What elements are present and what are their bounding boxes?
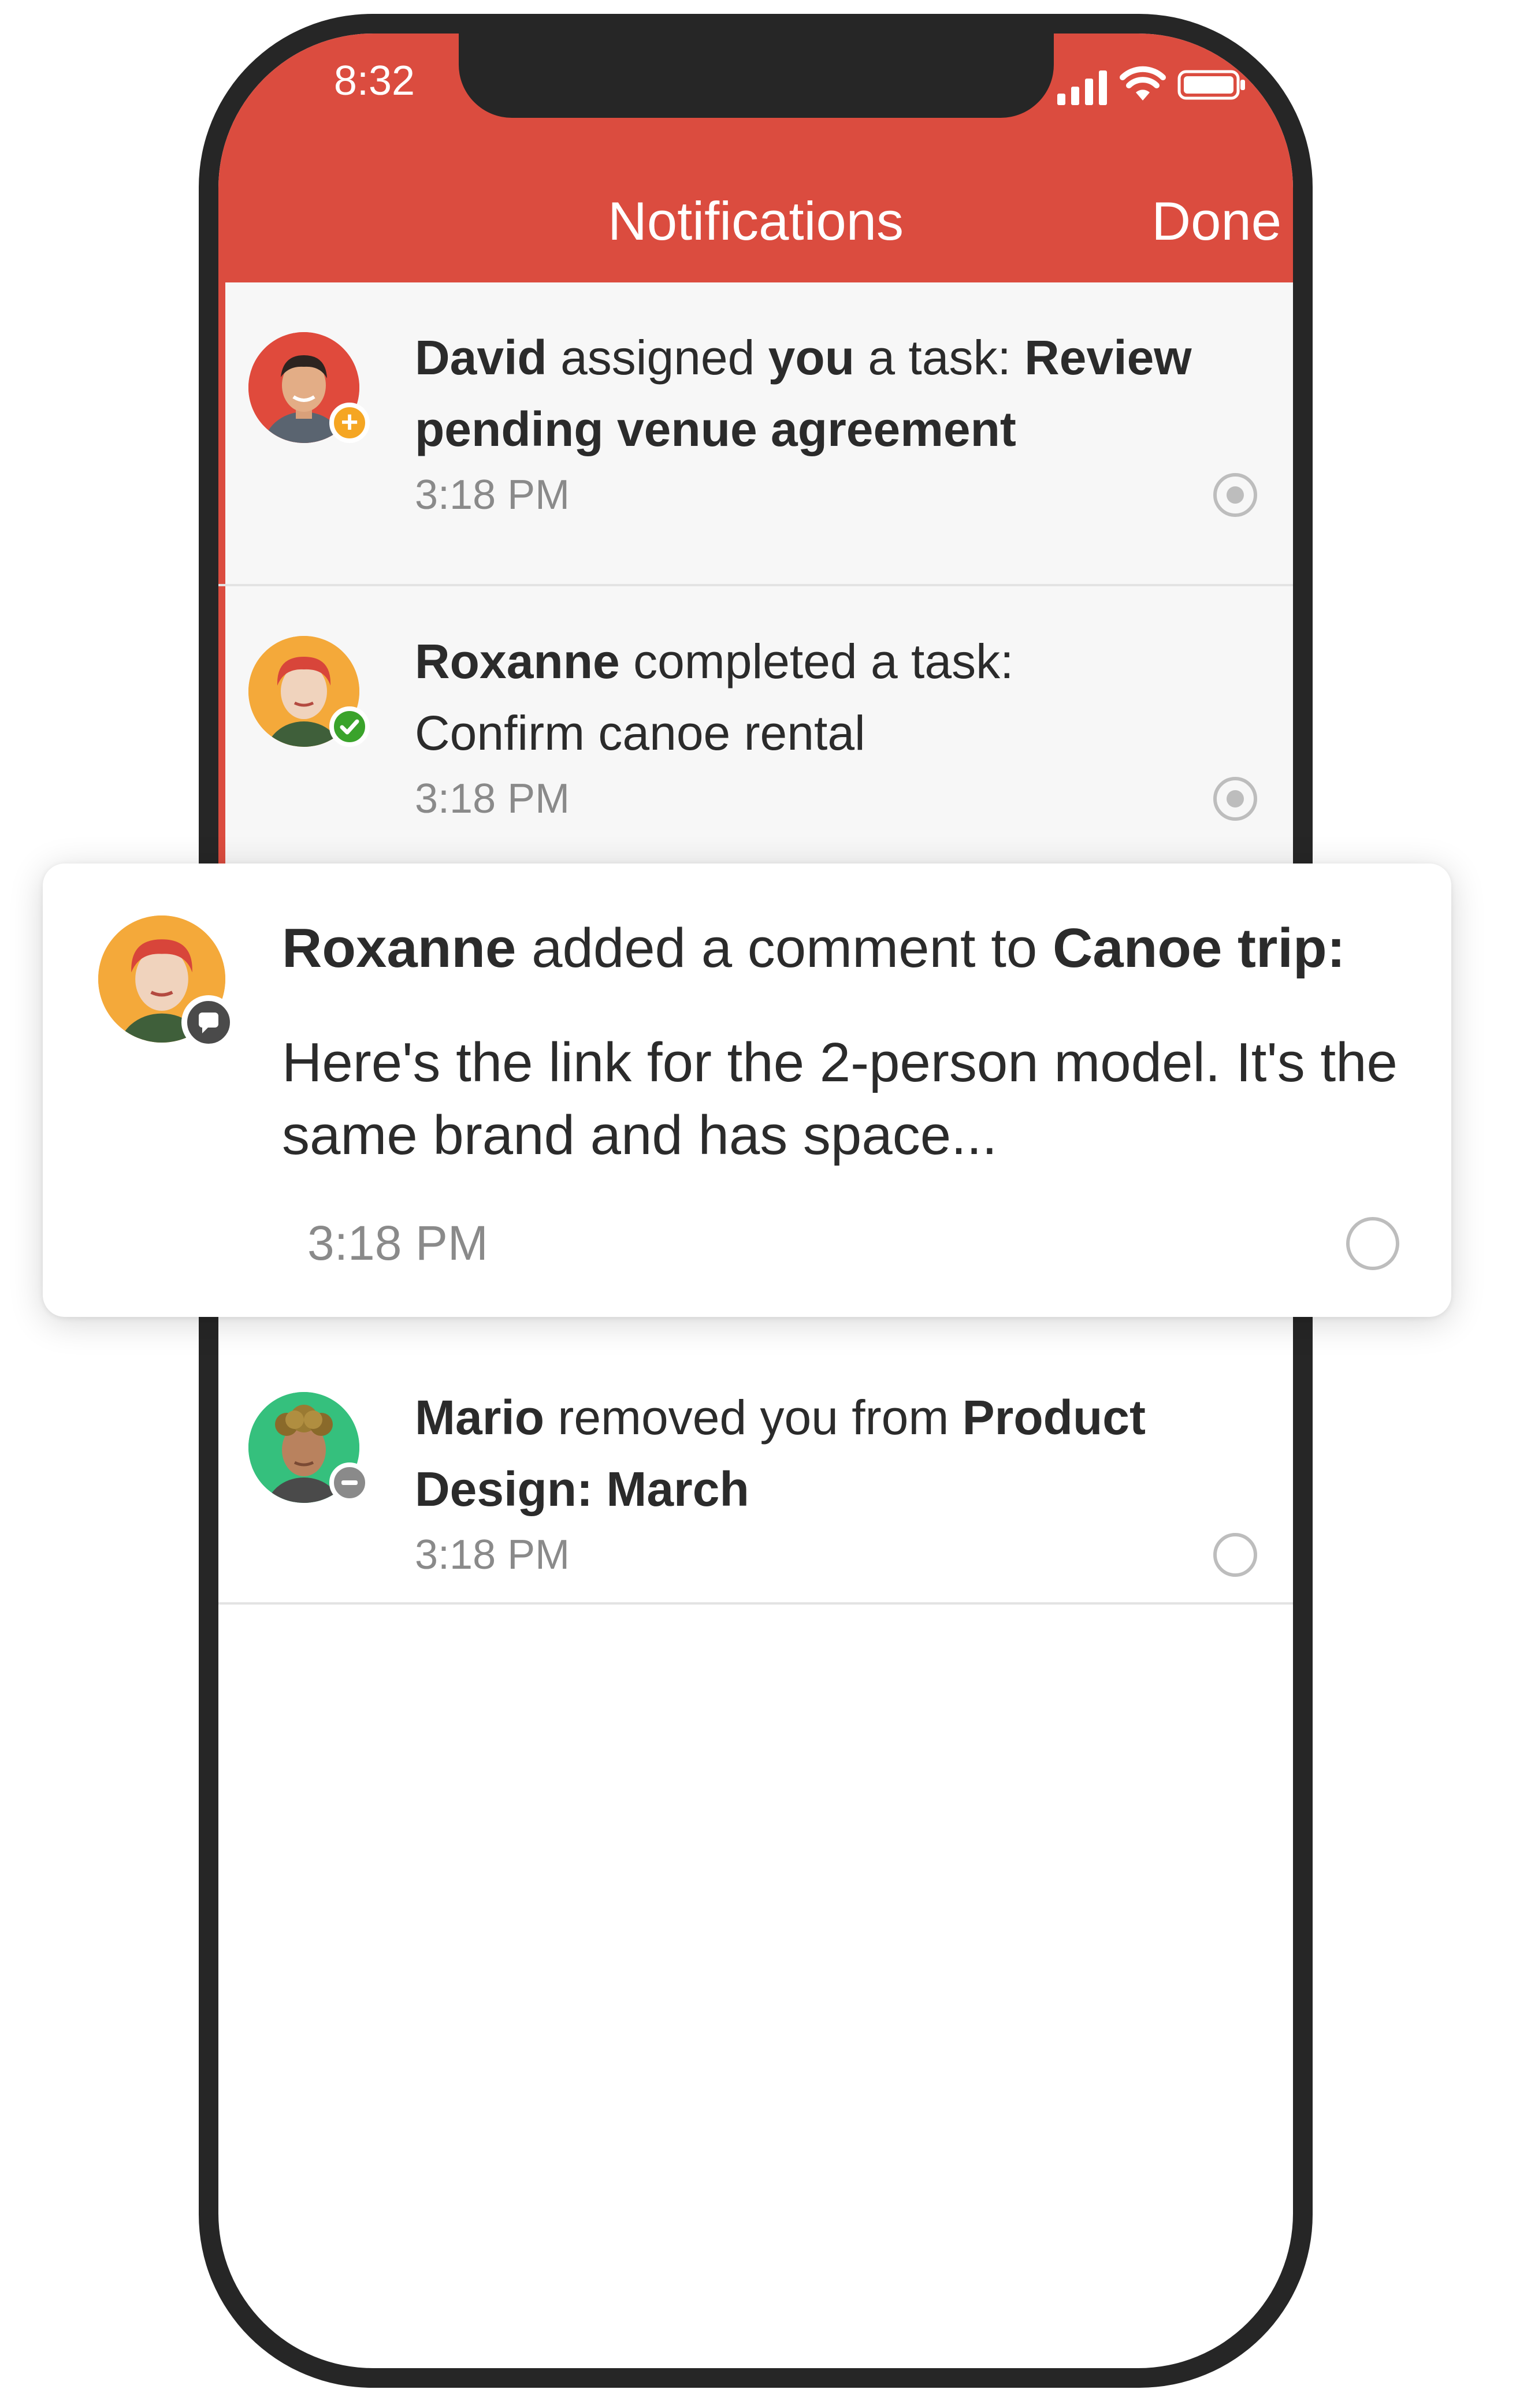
notification-row[interactable]: Mario removed you from Product Design: M… <box>218 1317 1293 1605</box>
check-icon <box>329 706 370 747</box>
message-text: removed you from <box>544 1390 963 1445</box>
message-text: added a comment to <box>516 917 1053 979</box>
done-button[interactable]: Done <box>1085 187 1281 256</box>
battery-icon <box>1177 70 1245 100</box>
actor-name: Roxanne <box>282 917 517 979</box>
read-dot <box>1227 486 1244 504</box>
notification-message: Roxanne added a comment to Canoe trip: <box>282 912 1414 985</box>
status-bar-time: 8:32 <box>333 58 415 104</box>
mark-read-toggle[interactable] <box>1346 1217 1399 1270</box>
phone-notch <box>459 34 1054 118</box>
comment-preview: Here's the link for the 2-person model. … <box>282 1032 1398 1166</box>
wifi-icon <box>1120 66 1166 101</box>
mark-read-toggle[interactable] <box>1213 777 1257 821</box>
mark-read-toggle[interactable] <box>1213 1533 1257 1577</box>
actor-name: Mario <box>415 1390 545 1445</box>
notification-message: David assigned you a task: Review pendin… <box>415 322 1235 465</box>
unread-indicator-bar <box>218 282 225 584</box>
actor-name: Roxanne <box>415 634 620 688</box>
cellular-signal-icon <box>1057 70 1107 105</box>
task-link[interactable]: Confirm canoe rental <box>415 706 865 760</box>
message-text: assigned <box>547 330 768 385</box>
notification-row[interactable]: + David assigned you a task: Review pend… <box>218 282 1293 586</box>
notification-time: 3:18 PM <box>415 776 570 822</box>
notification-message: Mario removed you from Product Design: M… <box>415 1382 1235 1525</box>
comment-icon <box>181 995 236 1049</box>
plus-icon: + <box>329 403 370 443</box>
notification-time: 3:18 PM <box>307 1216 488 1270</box>
you-label: you <box>768 330 855 385</box>
notification-message: Roxanne completed a task: Confirm canoe … <box>415 626 1235 769</box>
actor-name: David <box>415 330 547 385</box>
comment-notification-card[interactable]: Roxanne added a comment to Canoe trip: H… <box>43 864 1451 1317</box>
unread-indicator-bar <box>218 586 225 910</box>
message-text: completed a task: <box>619 634 1014 688</box>
notification-time: 3:18 PM <box>415 1532 570 1578</box>
message-text: a task: <box>854 330 1025 385</box>
mark-read-toggle[interactable] <box>1213 473 1257 517</box>
project-link[interactable]: Canoe trip: <box>1053 917 1346 979</box>
notification-time: 3:18 PM <box>415 472 570 518</box>
read-dot <box>1227 790 1244 807</box>
minus-icon <box>329 1462 370 1503</box>
page-title: Notifications <box>608 191 904 251</box>
